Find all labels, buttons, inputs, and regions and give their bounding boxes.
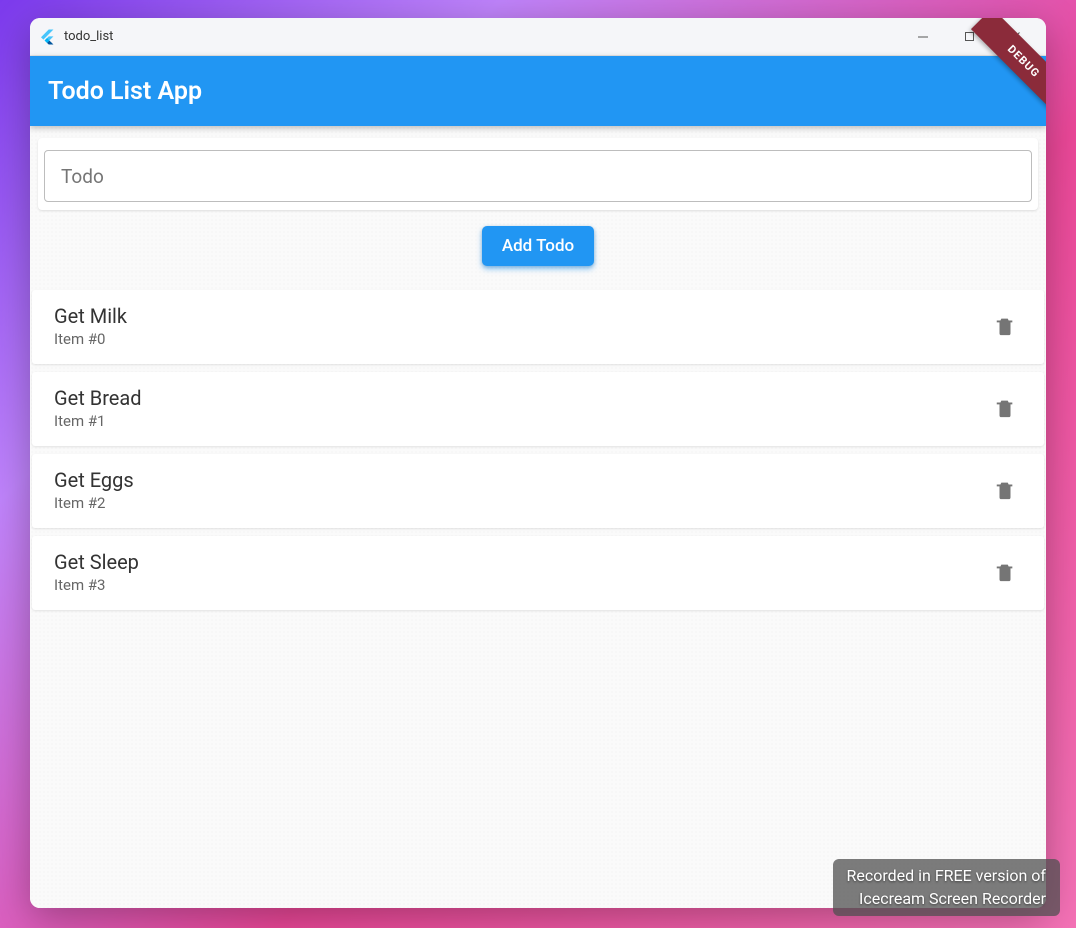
- input-card: [38, 138, 1038, 210]
- todo-text: Get Sleep Item #3: [54, 550, 994, 594]
- trash-icon[interactable]: [994, 315, 1016, 337]
- todo-text: Get Milk Item #0: [54, 304, 994, 348]
- app-window: todo_list Todo List App DEBUG Add Todo: [30, 18, 1046, 908]
- flutter-logo-icon: [38, 28, 56, 46]
- watermark-line1: Recorded in FREE version of: [847, 865, 1047, 887]
- list-item[interactable]: Get Milk Item #0: [32, 290, 1044, 364]
- todo-title: Get Eggs: [54, 468, 994, 492]
- titlebar: todo_list: [30, 18, 1046, 56]
- todo-subtitle: Item #2: [54, 494, 994, 512]
- todo-title: Get Milk: [54, 304, 994, 328]
- app-bar: Todo List App DEBUG: [30, 56, 1046, 126]
- todo-input[interactable]: [44, 150, 1032, 202]
- window-title: todo_list: [64, 29, 900, 44]
- todo-text: Get Bread Item #1: [54, 386, 994, 430]
- todo-subtitle: Item #1: [54, 412, 994, 430]
- minimize-button[interactable]: [900, 21, 946, 53]
- recorder-watermark: Recorded in FREE version of Icecream Scr…: [833, 859, 1061, 916]
- todo-text: Get Eggs Item #2: [54, 468, 994, 512]
- button-row: Add Todo: [30, 210, 1046, 282]
- todo-subtitle: Item #3: [54, 576, 994, 594]
- list-item[interactable]: Get Sleep Item #3: [32, 536, 1044, 610]
- trash-icon[interactable]: [994, 479, 1016, 501]
- app-title: Todo List App: [48, 77, 202, 106]
- todo-title: Get Bread: [54, 386, 994, 410]
- todo-list: Get Milk Item #0 Get Bread Item #1 G: [30, 290, 1046, 620]
- trash-icon[interactable]: [994, 397, 1016, 419]
- body-area: Add Todo Get Milk Item #0 Get Bread Item…: [30, 126, 1046, 908]
- add-todo-button[interactable]: Add Todo: [482, 226, 594, 266]
- trash-icon[interactable]: [994, 561, 1016, 583]
- list-item[interactable]: Get Bread Item #1: [32, 372, 1044, 446]
- todo-subtitle: Item #0: [54, 330, 994, 348]
- list-item[interactable]: Get Eggs Item #2: [32, 454, 1044, 528]
- todo-title: Get Sleep: [54, 550, 994, 574]
- watermark-line2: Icecream Screen Recorder: [847, 888, 1047, 910]
